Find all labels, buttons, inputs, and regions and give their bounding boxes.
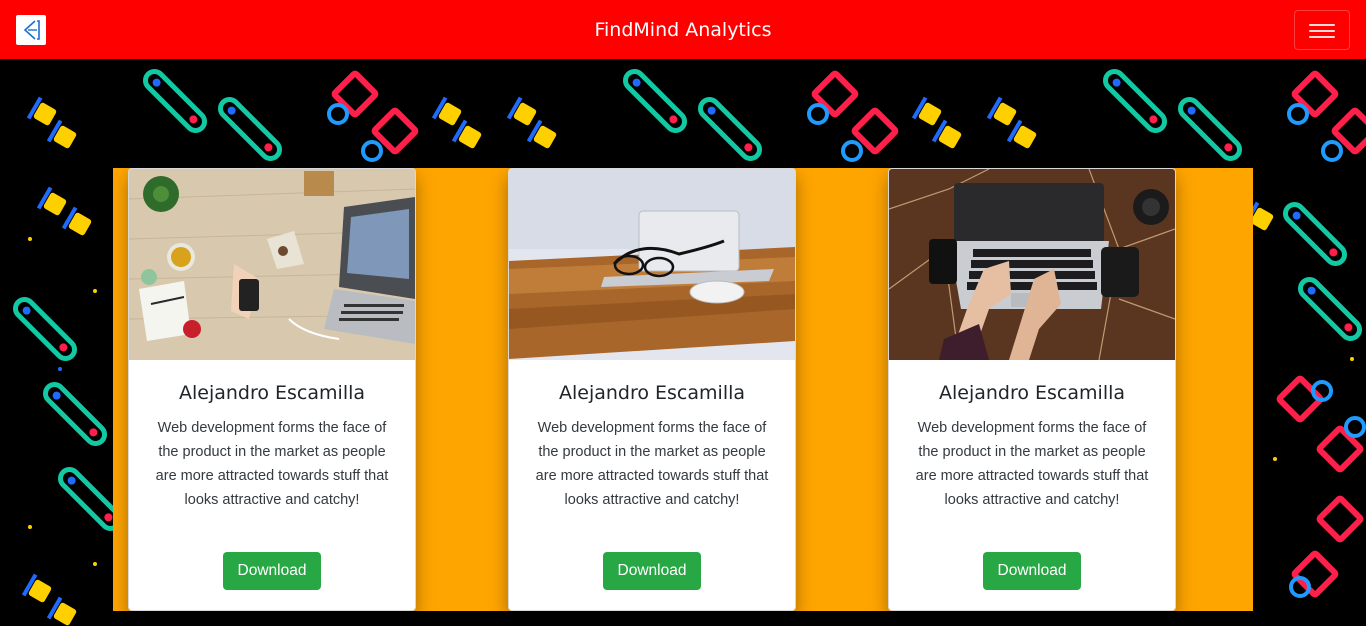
card-image bbox=[509, 169, 795, 360]
brand-title[interactable]: FindMind Analytics bbox=[0, 0, 1366, 59]
card-text: Web development forms the face of the pr… bbox=[535, 420, 769, 508]
hamburger-menu-icon[interactable] bbox=[1294, 10, 1350, 50]
download-button[interactable]: Download bbox=[983, 552, 1081, 590]
download-button[interactable]: Download bbox=[223, 552, 321, 590]
card-image bbox=[129, 169, 415, 360]
download-button[interactable]: Download bbox=[603, 552, 701, 590]
card-text: Web development forms the face of the pr… bbox=[915, 420, 1149, 508]
card-title: Alejandro Escamilla bbox=[178, 382, 366, 404]
card-image bbox=[889, 169, 1175, 360]
card: Alejandro Escamilla Web development form… bbox=[508, 168, 796, 611]
card-title: Alejandro Escamilla bbox=[938, 382, 1126, 404]
card-title: Alejandro Escamilla bbox=[558, 382, 746, 404]
card: Alejandro Escamilla Web development form… bbox=[128, 168, 416, 611]
card-text: Web development forms the face of the pr… bbox=[155, 420, 389, 508]
navbar: FindMind Analytics bbox=[0, 0, 1366, 59]
card: Alejandro Escamilla Web development form… bbox=[888, 168, 1176, 611]
